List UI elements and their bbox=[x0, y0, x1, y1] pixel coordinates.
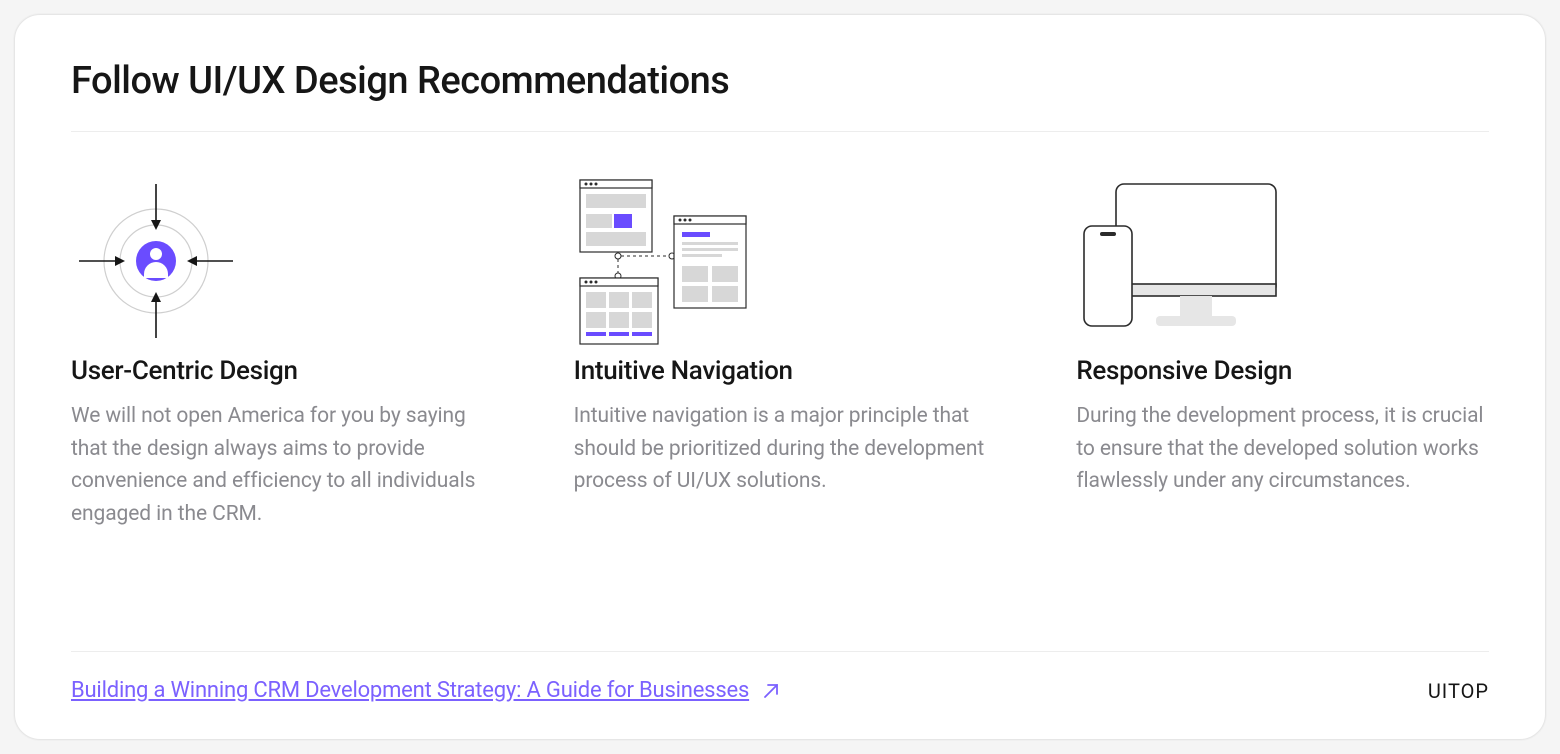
wireframes-icon bbox=[574, 176, 987, 356]
source-link[interactable]: Building a Winning CRM Development Strat… bbox=[71, 678, 781, 703]
card-title: Follow UI/UX Design Recommendations bbox=[71, 59, 1489, 103]
external-link-icon bbox=[761, 681, 781, 701]
brand-label: UITOP bbox=[1428, 679, 1489, 703]
column-responsive-design: Responsive Design During the development… bbox=[1076, 176, 1489, 621]
columns: User-Centric Design We will not open Ame… bbox=[71, 132, 1489, 651]
column-title: Responsive Design bbox=[1076, 356, 1489, 386]
devices-icon bbox=[1076, 176, 1489, 356]
card-header: Follow UI/UX Design Recommendations bbox=[71, 15, 1489, 132]
column-title: User-Centric Design bbox=[71, 356, 484, 386]
column-title: Intuitive Navigation bbox=[574, 356, 987, 386]
column-intuitive-navigation: Intuitive Navigation Intuitive navigatio… bbox=[574, 176, 987, 621]
column-body: We will not open America for you by sayi… bbox=[71, 400, 484, 530]
card-footer: Building a Winning CRM Development Strat… bbox=[71, 651, 1489, 703]
source-link-label: Building a Winning CRM Development Strat… bbox=[71, 678, 749, 703]
recommendations-card: Follow UI/UX Design Recommendations bbox=[14, 14, 1546, 740]
column-body: Intuitive navigation is a major principl… bbox=[574, 400, 987, 498]
column-user-centric: User-Centric Design We will not open Ame… bbox=[71, 176, 484, 621]
user-target-icon bbox=[71, 176, 484, 356]
column-body: During the development process, it is cr… bbox=[1076, 400, 1489, 498]
